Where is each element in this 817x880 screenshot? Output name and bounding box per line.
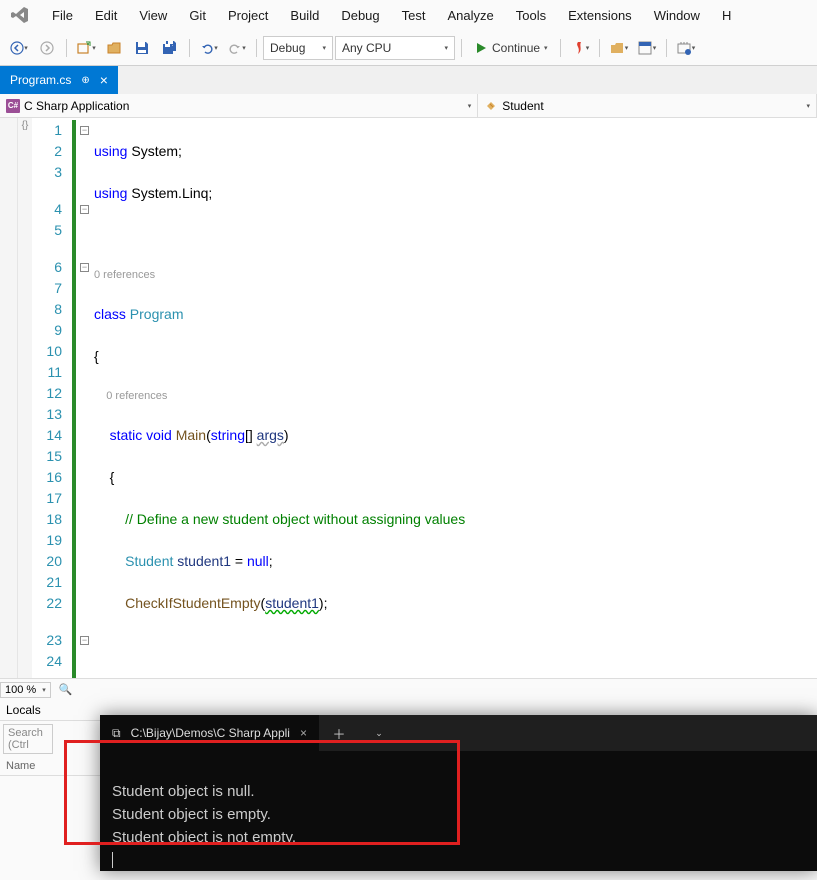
save-all-button[interactable]	[157, 35, 183, 61]
nav-fwd-button[interactable]	[34, 35, 60, 61]
play-icon	[474, 41, 488, 55]
fold-icon[interactable]: −	[80, 636, 89, 645]
editor-status-bar: 100 %▾ 🔍	[0, 678, 817, 700]
show-files-button[interactable]: ▾	[634, 35, 660, 61]
class-icon	[484, 99, 498, 113]
navigation-bar: C# C Sharp Application ▾ Student ▾	[0, 94, 817, 118]
pin-icon[interactable]: ⊕	[81, 75, 89, 86]
zoom-dropdown[interactable]: 100 %▾	[0, 682, 51, 698]
new-tab-button[interactable]: ＋	[319, 715, 359, 751]
redo-button[interactable]: ▾	[224, 35, 250, 61]
search-icon[interactable]: 🔍	[59, 683, 73, 696]
fold-icon[interactable]: −	[80, 126, 89, 135]
fold-icon[interactable]: −	[80, 205, 89, 214]
tab-menu-button[interactable]: ⌄	[359, 715, 399, 751]
continue-button[interactable]: Continue ▾	[468, 35, 554, 61]
save-button[interactable]	[129, 35, 155, 61]
breakpoint-gutter[interactable]	[0, 118, 18, 678]
close-icon[interactable]: ×	[100, 73, 108, 87]
platform-dropdown[interactable]: Any CPU▾	[335, 36, 455, 60]
code-editor[interactable]: {} 1 2 3 4 5 6 7 8 9 10 11 12 13 14 15 1…	[0, 118, 817, 678]
tab-program-cs[interactable]: Program.cs ⊕ ×	[0, 66, 118, 94]
close-icon[interactable]: ×	[300, 726, 307, 740]
menu-analyze[interactable]: Analyze	[437, 4, 503, 27]
menu-build[interactable]: Build	[280, 4, 329, 27]
line-numbers: 1 2 3 4 5 6 7 8 9 10 11 12 13 14 15 16 1…	[32, 118, 72, 678]
fold-icon[interactable]: −	[80, 263, 89, 272]
vs-logo	[6, 1, 34, 29]
new-project-button[interactable]: ▾	[73, 35, 99, 61]
toolbar: ▾ ▾ ▾ ▾ Debug▾ Any CPU▾ Continue ▾ ▾ ▾ ▾…	[0, 30, 817, 66]
config-dropdown[interactable]: Debug▾	[263, 36, 333, 60]
fold-gutter[interactable]: − − − −	[78, 118, 94, 678]
terminal-tab[interactable]: ⧉ C:\Bijay\Demos\C Sharp Appli ×	[100, 715, 319, 751]
menu-extensions[interactable]: Extensions	[558, 4, 642, 27]
cmd-icon: ⧉	[112, 726, 121, 741]
outline-icon: {}	[18, 118, 32, 678]
menu-debug[interactable]: Debug	[331, 4, 389, 27]
csharp-icon: C#	[6, 99, 20, 113]
menu-window[interactable]: Window	[644, 4, 710, 27]
tab-title: Program.cs	[10, 73, 71, 87]
member-dropdown[interactable]: Student ▾	[478, 94, 817, 117]
menu-file[interactable]: File	[42, 4, 83, 27]
codelens-refs[interactable]: 0 references	[94, 388, 817, 404]
hot-reload-button[interactable]: ▾	[567, 35, 593, 61]
process-button[interactable]: ▾	[673, 35, 699, 61]
menu-view[interactable]: View	[129, 4, 177, 27]
nav-back-button[interactable]: ▾	[6, 35, 32, 61]
open-file-button[interactable]	[101, 35, 127, 61]
menu-test[interactable]: Test	[392, 4, 436, 27]
undo-button[interactable]: ▾	[196, 35, 222, 61]
project-dropdown[interactable]: C# C Sharp Application ▾	[0, 94, 478, 117]
open-folder-button[interactable]: ▾	[606, 35, 632, 61]
menu-help-partial[interactable]: H	[712, 4, 741, 27]
codelens-refs[interactable]: 0 references	[94, 267, 817, 283]
menu-tools[interactable]: Tools	[506, 4, 556, 27]
menu-edit[interactable]: Edit	[85, 4, 127, 27]
document-tabs: Program.cs ⊕ ×	[0, 66, 817, 94]
terminal-window: ⧉ C:\Bijay\Demos\C Sharp Appli × ＋ ⌄ Stu…	[100, 715, 817, 871]
menu-project[interactable]: Project	[218, 4, 278, 27]
menu-git[interactable]: Git	[179, 4, 216, 27]
code-content[interactable]: using System; using System.Linq; 0 refer…	[94, 118, 817, 678]
locals-search-input[interactable]: Search (Ctrl	[3, 724, 53, 754]
terminal-output[interactable]: Student object is null. Student object i…	[100, 751, 817, 880]
terminal-tabs: ⧉ C:\Bijay\Demos\C Sharp Appli × ＋ ⌄	[100, 715, 817, 751]
menubar: File Edit View Git Project Build Debug T…	[0, 0, 817, 30]
